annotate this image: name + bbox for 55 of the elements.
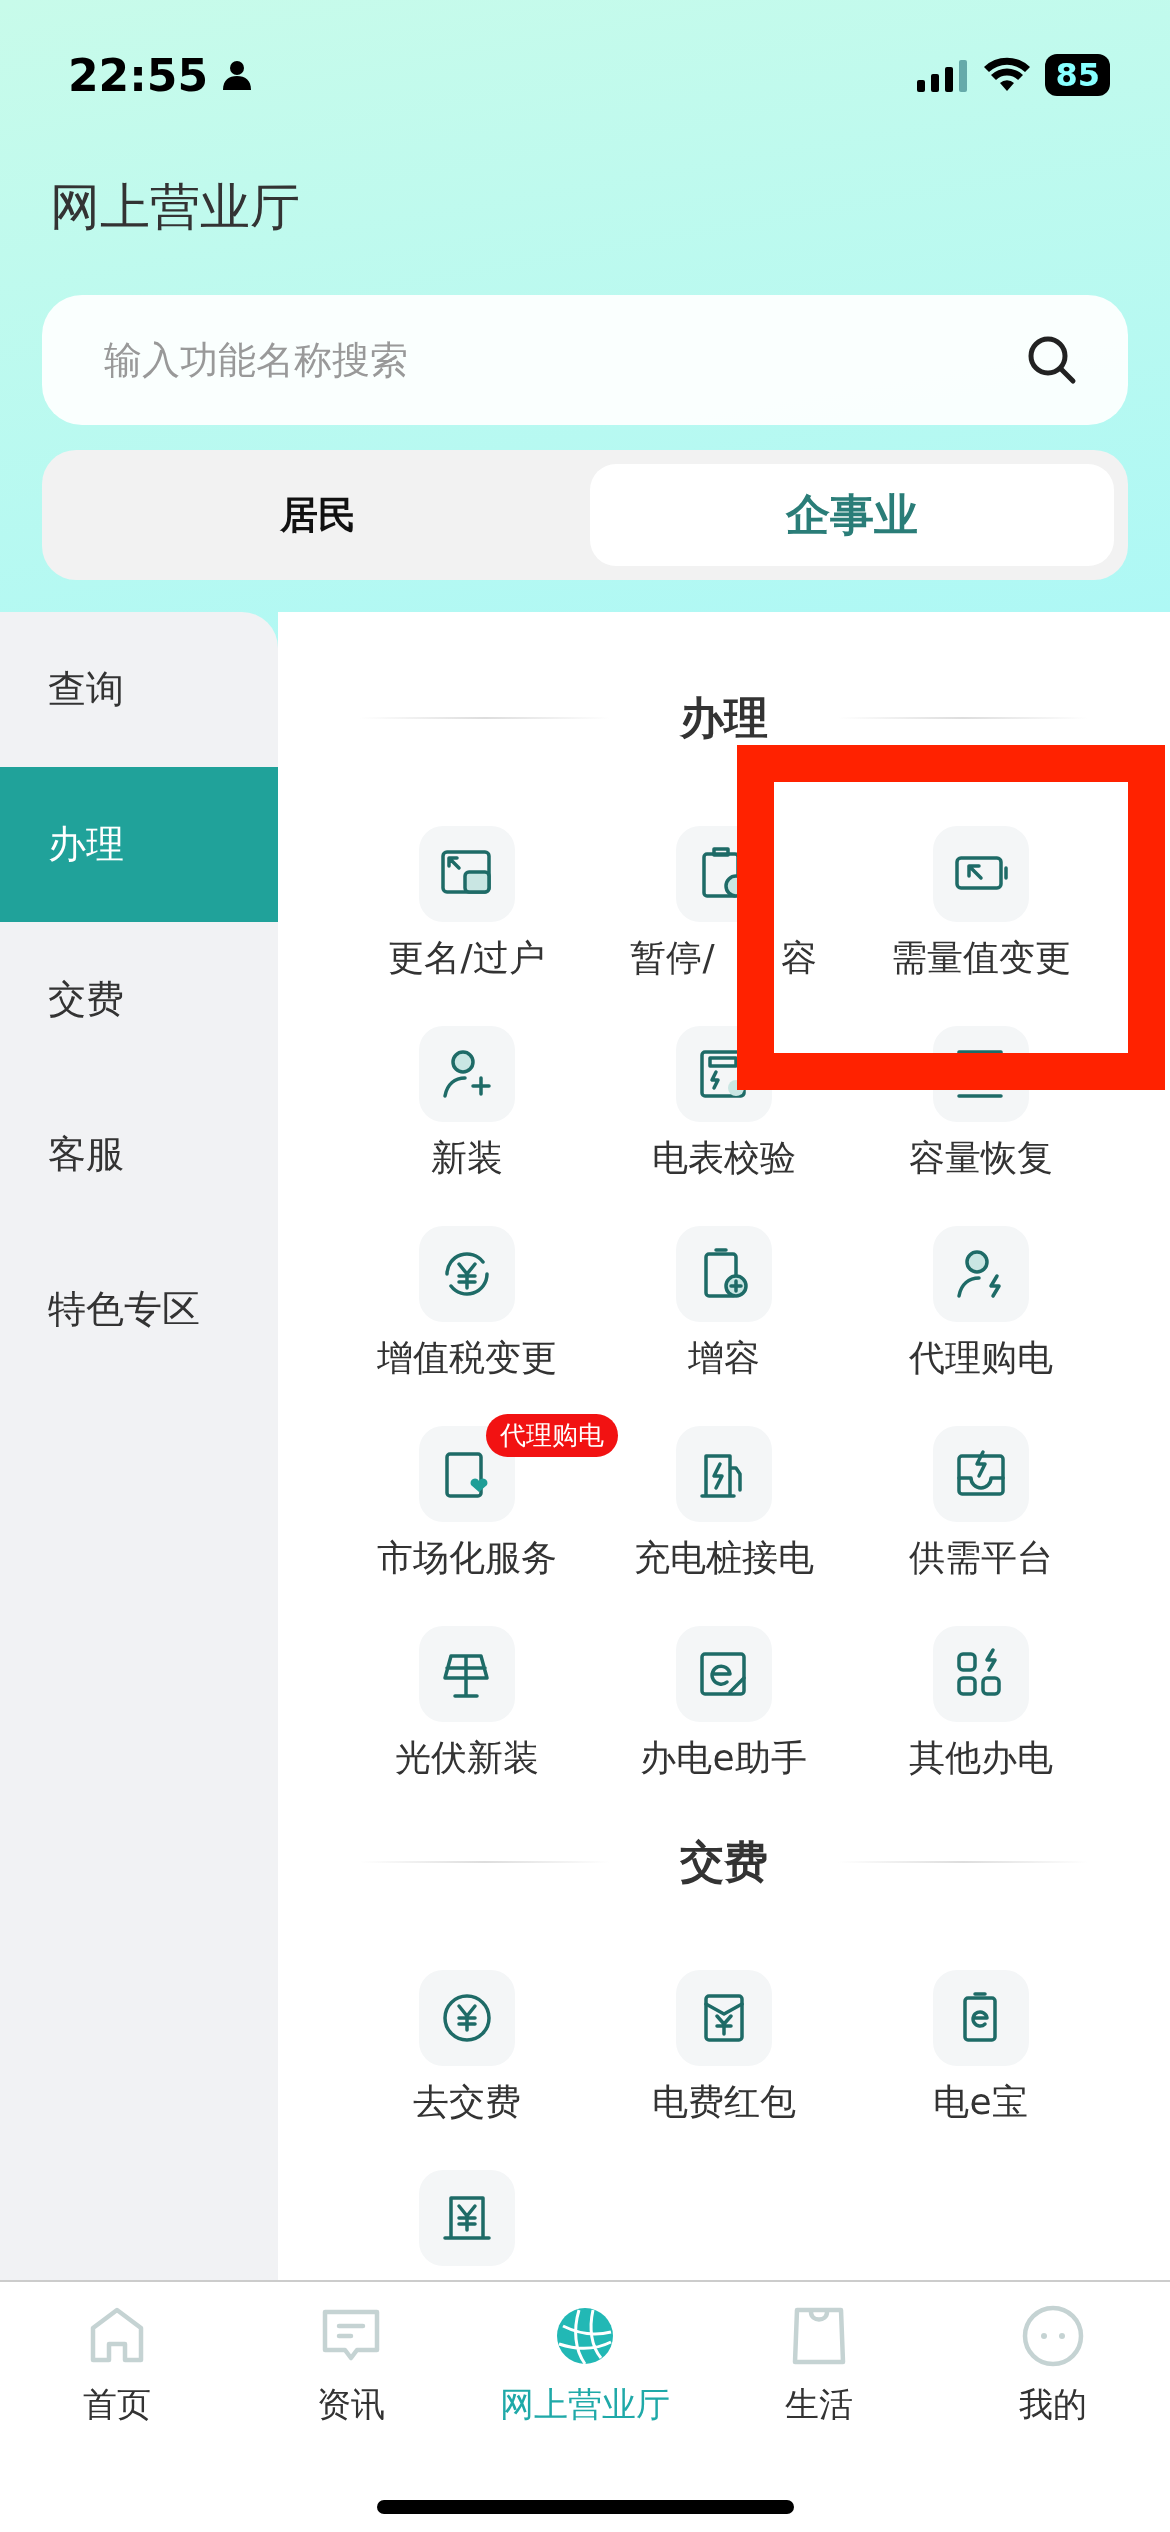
service-label[interactable]: 暂停/ bbox=[630, 936, 715, 980]
service-tile[interactable] bbox=[932, 826, 1029, 922]
service-tile[interactable] bbox=[418, 2170, 515, 2266]
service-tile[interactable] bbox=[675, 1426, 772, 1522]
service-label[interactable]: 其他办电 bbox=[908, 1736, 1053, 1780]
service-label[interactable]: 容 bbox=[780, 936, 817, 980]
section-title: 办理 bbox=[680, 690, 768, 745]
service-tile[interactable] bbox=[675, 1626, 772, 1722]
service-tile[interactable] bbox=[418, 1226, 515, 1322]
service-label[interactable]: 代理购电 bbox=[908, 1336, 1053, 1380]
service-label[interactable]: 充电桩接电 bbox=[633, 1536, 814, 1580]
service-label[interactable]: 增容 bbox=[687, 1336, 760, 1380]
service-tile[interactable] bbox=[418, 1970, 515, 2066]
service-tile[interactable] bbox=[932, 1626, 1029, 1722]
sidebar-item[interactable]: 交费 bbox=[0, 922, 278, 1077]
tab-label[interactable]: 首页 bbox=[83, 2382, 151, 2428]
search-icon[interactable] bbox=[1026, 334, 1078, 386]
section-title: 交费 bbox=[680, 1834, 768, 1889]
sidebar-item[interactable]: 特色专区 bbox=[0, 1232, 278, 1387]
service-tile[interactable] bbox=[418, 1026, 515, 1122]
service-label[interactable]: 增值税变更 bbox=[376, 1336, 557, 1380]
segment-tab[interactable]: 居民 bbox=[56, 464, 580, 566]
service-tile[interactable] bbox=[932, 1970, 1029, 2066]
service-label[interactable]: 去交费 bbox=[412, 2080, 521, 2124]
service-label[interactable]: 光伏新装 bbox=[394, 1736, 539, 1780]
service-tile[interactable] bbox=[932, 1226, 1029, 1322]
sidebar-item[interactable]: 查询 bbox=[0, 612, 278, 767]
service-label[interactable]: 需量值变更 bbox=[890, 936, 1071, 980]
search-field[interactable]: 输入功能名称搜索 bbox=[102, 337, 806, 383]
page-title: 网上营业厅 bbox=[49, 177, 301, 238]
service-tile[interactable] bbox=[675, 1226, 772, 1322]
service-label[interactable]: 电e宝 bbox=[933, 2080, 1028, 2124]
service-label[interactable]: 供需平台 bbox=[908, 1536, 1053, 1580]
service-tile[interactable] bbox=[675, 1970, 772, 2066]
service-tile[interactable] bbox=[418, 826, 515, 922]
tab-label[interactable]: 生活 bbox=[785, 2382, 853, 2428]
tab-label[interactable]: 资讯 bbox=[317, 2382, 385, 2428]
service-label[interactable]: 更名/过户 bbox=[388, 936, 545, 980]
status-time: 22:55 bbox=[68, 49, 209, 101]
service-label[interactable]: 新装 bbox=[430, 1136, 503, 1180]
service-label[interactable]: 办电e助手 bbox=[640, 1736, 807, 1780]
service-label[interactable]: 容量恢复 bbox=[908, 1136, 1053, 1180]
service-tile[interactable] bbox=[418, 1626, 515, 1722]
sidebar-item[interactable]: 客服 bbox=[0, 1077, 278, 1232]
person-icon bbox=[222, 60, 253, 90]
tab-label[interactable]: 我的 bbox=[1019, 2382, 1087, 2428]
promo-badge: 代理购电 bbox=[486, 1414, 618, 1457]
service-tile[interactable] bbox=[932, 1426, 1029, 1522]
service-label[interactable]: 电费红包 bbox=[651, 2080, 796, 2124]
service-label[interactable]: 市场化服务 bbox=[376, 1536, 557, 1580]
battery-level: 85 bbox=[1045, 54, 1110, 96]
signal-icon bbox=[917, 58, 970, 92]
wifi-icon bbox=[983, 57, 1032, 93]
segment-tab[interactable]: 企事业 bbox=[590, 464, 1114, 566]
service-label[interactable]: 电表校验 bbox=[651, 1136, 796, 1180]
